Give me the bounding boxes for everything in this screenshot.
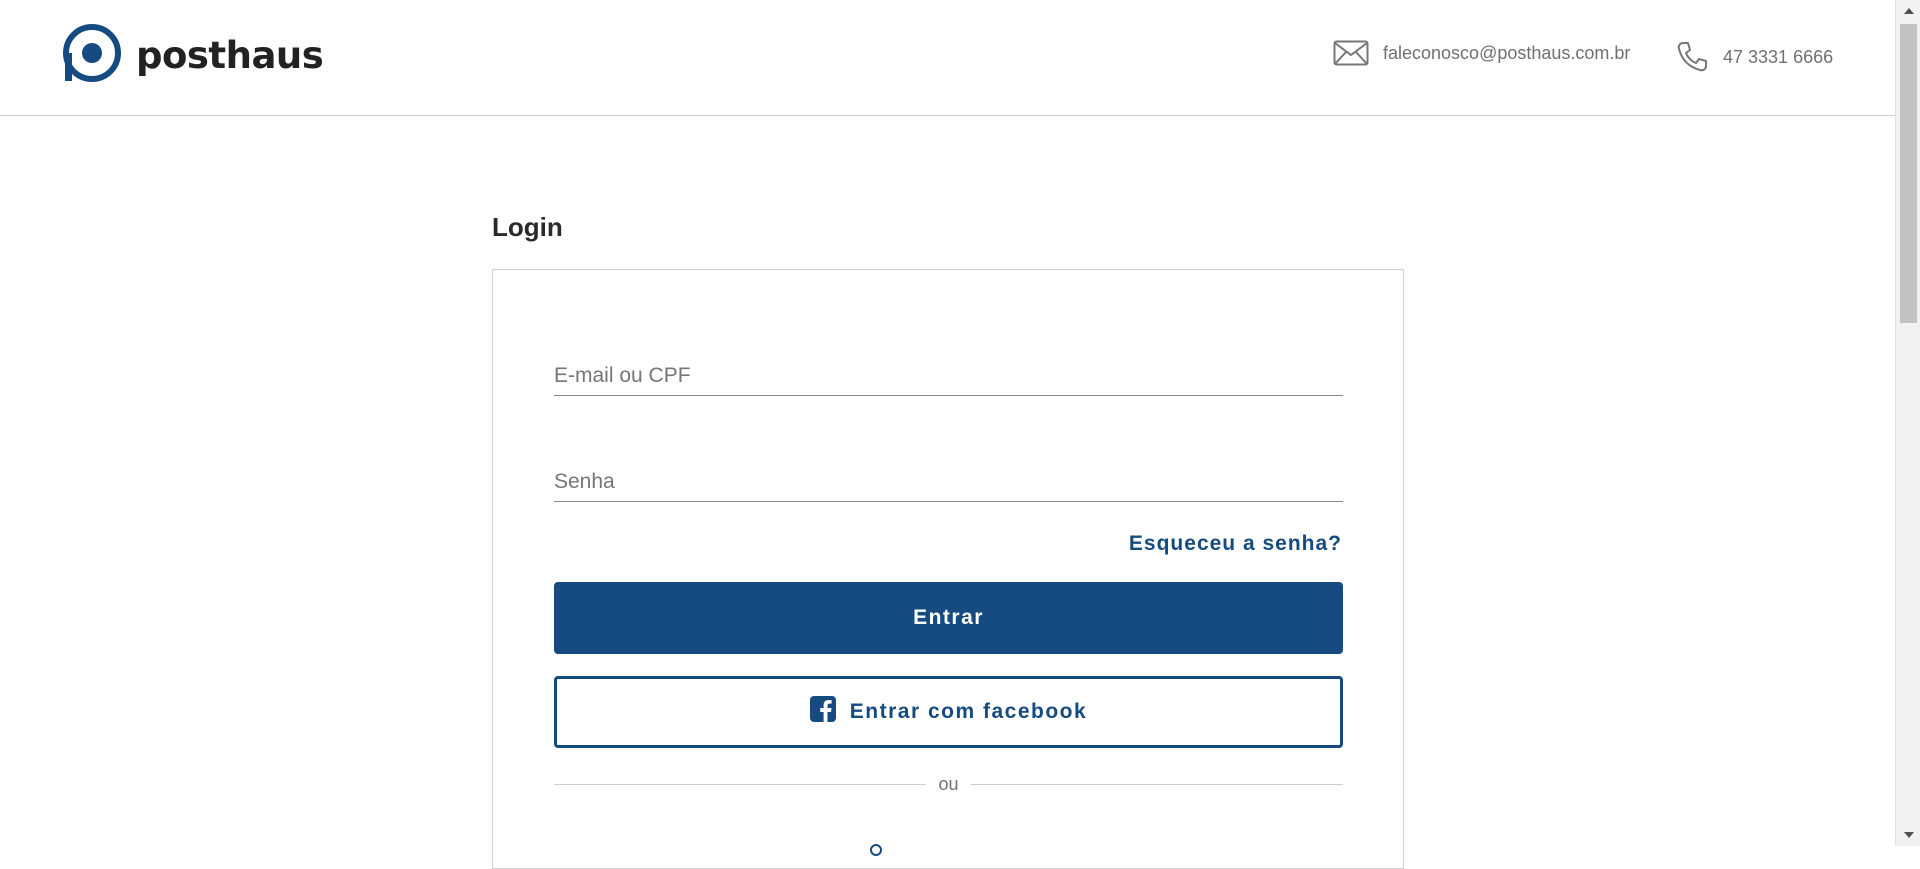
forgot-password-link[interactable]: Esqueceu a senha? (1129, 532, 1342, 556)
site-header: posthaus faleconosco@posthaus.com.br 47 … (0, 0, 1895, 116)
divider-line-right (970, 784, 1343, 785)
facebook-login-button[interactable]: Entrar com facebook (554, 676, 1343, 748)
login-card: Esqueceu a senha? Entrar Entrar com face… (492, 269, 1404, 869)
contact-phone[interactable]: 47 3331 6666 (1675, 40, 1833, 74)
phone-icon (1675, 40, 1709, 74)
scroll-up-icon[interactable] (1896, 2, 1920, 20)
scroll-down-icon[interactable] (1896, 826, 1920, 844)
posthaus-logo-icon (62, 23, 122, 88)
envelope-icon (1333, 40, 1369, 66)
password-field[interactable] (554, 452, 1343, 502)
logo-text: posthaus (136, 34, 324, 77)
page-title: Login (492, 212, 563, 242)
facebook-login-label: Entrar com facebook (849, 700, 1088, 723)
email-field[interactable] (554, 346, 1343, 396)
login-button[interactable]: Entrar (554, 582, 1343, 654)
contact-email-text[interactable]: faleconosco@posthaus.com.br (1383, 43, 1630, 64)
password-input[interactable] (554, 452, 1343, 501)
contact-email[interactable]: faleconosco@posthaus.com.br (1333, 40, 1630, 66)
email-input[interactable] (554, 346, 1343, 395)
divider-text: ou (938, 774, 959, 794)
logo-link[interactable]: posthaus (62, 23, 324, 88)
scroll-thumb[interactable] (1900, 24, 1917, 323)
divider-line-left (554, 784, 927, 785)
contact-phone-text[interactable]: 47 3331 6666 (1723, 47, 1833, 68)
or-divider: ou (554, 774, 1343, 795)
facebook-icon (809, 696, 836, 728)
page-scrollbar[interactable] (1895, 0, 1920, 846)
